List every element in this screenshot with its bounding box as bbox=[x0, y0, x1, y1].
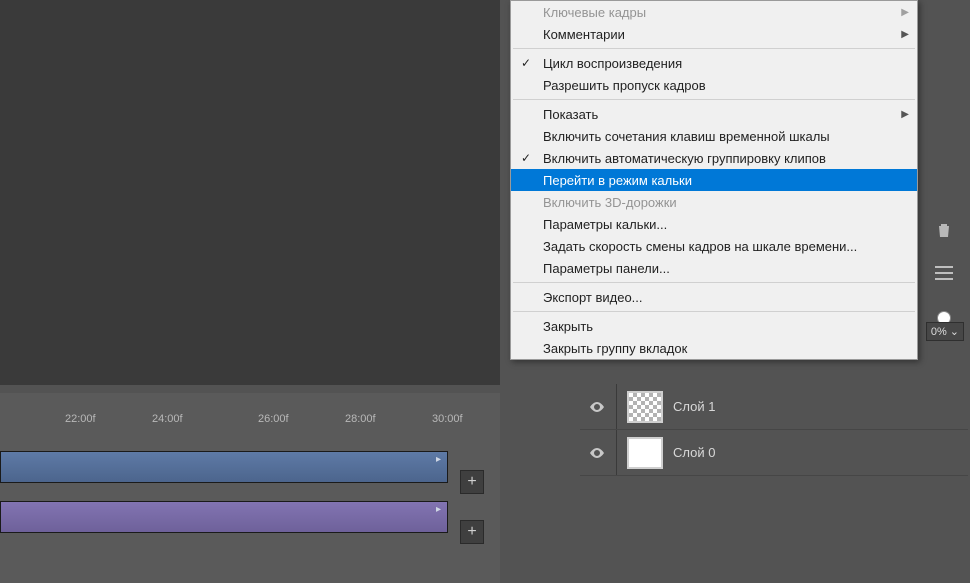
menu-item-keyframes: Ключевые кадры ▶ bbox=[511, 1, 917, 23]
menu-item-label: Показать bbox=[543, 107, 598, 122]
menu-item-label: Ключевые кадры bbox=[543, 5, 646, 20]
canvas-viewport bbox=[0, 0, 500, 385]
layers-panel: Слой 1 Слой 0 bbox=[580, 384, 968, 476]
timeline-panel: 22:00f 24:00f 26:00f 28:00f 30:00f ▸ ▸ +… bbox=[0, 393, 500, 583]
menu-item-auto-group-clips[interactable]: ✓ Включить автоматическую группировку кл… bbox=[511, 147, 917, 169]
menu-item-label: Включить сочетания клавиш временной шкал… bbox=[543, 129, 830, 144]
menu-item-label: Перейти в режим кальки bbox=[543, 173, 692, 188]
ruler-tick: 26:00f bbox=[258, 413, 289, 425]
menu-separator bbox=[513, 48, 915, 49]
menu-item-label: Параметры кальки... bbox=[543, 217, 667, 232]
add-track-button[interactable]: + bbox=[460, 520, 484, 544]
menu-item-label: Комментарии bbox=[543, 27, 625, 42]
layer-row[interactable]: Слой 0 bbox=[580, 430, 968, 476]
submenu-arrow-icon: ▶ bbox=[901, 7, 909, 18]
menu-item-label: Включить автоматическую группировку клип… bbox=[543, 151, 826, 166]
opacity-dropdown[interactable]: 0% ⌄ bbox=[926, 322, 964, 341]
menu-item-comments[interactable]: Комментарии ▶ bbox=[511, 23, 917, 45]
ruler-tick: 24:00f bbox=[152, 413, 183, 425]
video-track-2[interactable]: ▸ bbox=[0, 501, 448, 533]
ruler-tick: 28:00f bbox=[345, 413, 376, 425]
ruler-tick: 30:00f bbox=[432, 413, 463, 425]
menu-item-label: Закрыть группу вкладок bbox=[543, 341, 687, 356]
delete-layer-button[interactable] bbox=[936, 222, 952, 241]
hamburger-icon[interactable] bbox=[930, 259, 958, 287]
plus-icon: + bbox=[467, 473, 476, 491]
chevron-down-icon: ⌄ bbox=[950, 325, 959, 338]
submenu-arrow-icon: ▶ bbox=[901, 29, 909, 40]
menu-item-label: Закрыть bbox=[543, 319, 593, 334]
menu-item-enable-shortcuts[interactable]: Включить сочетания клавиш временной шкал… bbox=[511, 125, 917, 147]
context-menu: Ключевые кадры ▶ Комментарии ▶ ✓ Цикл во… bbox=[510, 0, 918, 360]
menu-item-onion-skin-mode[interactable]: Перейти в режим кальки bbox=[511, 169, 917, 191]
visibility-eye-icon[interactable] bbox=[588, 399, 606, 415]
menu-item-label: Разрешить пропуск кадров bbox=[543, 78, 706, 93]
clip-menu-arrow-icon[interactable]: ▸ bbox=[436, 454, 441, 465]
add-track-button[interactable]: + bbox=[460, 470, 484, 494]
layer-name-label[interactable]: Слой 0 bbox=[673, 445, 715, 460]
menu-item-loop-playback[interactable]: ✓ Цикл воспроизведения bbox=[511, 52, 917, 74]
plus-icon: + bbox=[467, 523, 476, 541]
submenu-arrow-icon: ▶ bbox=[901, 109, 909, 120]
menu-separator bbox=[513, 311, 915, 312]
check-icon: ✓ bbox=[521, 56, 531, 70]
menu-item-label: Экспорт видео... bbox=[543, 290, 643, 305]
menu-item-panel-options[interactable]: Параметры панели... bbox=[511, 257, 917, 279]
menu-item-show[interactable]: Показать ▶ bbox=[511, 103, 917, 125]
menu-item-enable-3d-tracks: Включить 3D-дорожки bbox=[511, 191, 917, 213]
ruler-tick: 22:00f bbox=[65, 413, 96, 425]
menu-item-onion-skin-options[interactable]: Параметры кальки... bbox=[511, 213, 917, 235]
menu-item-close[interactable]: Закрыть bbox=[511, 315, 917, 337]
menu-item-export-video[interactable]: Экспорт видео... bbox=[511, 286, 917, 308]
menu-item-label: Параметры панели... bbox=[543, 261, 670, 276]
menu-item-allow-frame-skip[interactable]: Разрешить пропуск кадров bbox=[511, 74, 917, 96]
timeline-ruler[interactable]: 22:00f 24:00f 26:00f 28:00f 30:00f bbox=[0, 413, 500, 441]
visibility-eye-icon[interactable] bbox=[588, 445, 606, 461]
layer-thumbnail[interactable] bbox=[627, 437, 663, 469]
layer-row[interactable]: Слой 1 bbox=[580, 384, 968, 430]
menu-item-label: Цикл воспроизведения bbox=[543, 56, 682, 71]
menu-separator bbox=[513, 282, 915, 283]
layer-thumbnail[interactable] bbox=[627, 391, 663, 423]
menu-separator bbox=[513, 99, 915, 100]
menu-item-set-frame-rate[interactable]: Задать скорость смены кадров на шкале вр… bbox=[511, 235, 917, 257]
menu-item-label: Включить 3D-дорожки bbox=[543, 195, 677, 210]
layer-name-label[interactable]: Слой 1 bbox=[673, 399, 715, 414]
panel-tab-icons bbox=[924, 208, 964, 282]
menu-item-label: Задать скорость смены кадров на шкале вр… bbox=[543, 239, 857, 254]
check-icon: ✓ bbox=[521, 151, 531, 165]
opacity-value: 0% bbox=[931, 326, 947, 338]
video-track-1[interactable]: ▸ bbox=[0, 451, 448, 483]
clip-menu-arrow-icon[interactable]: ▸ bbox=[436, 504, 441, 515]
menu-item-close-tab-group[interactable]: Закрыть группу вкладок bbox=[511, 337, 917, 359]
